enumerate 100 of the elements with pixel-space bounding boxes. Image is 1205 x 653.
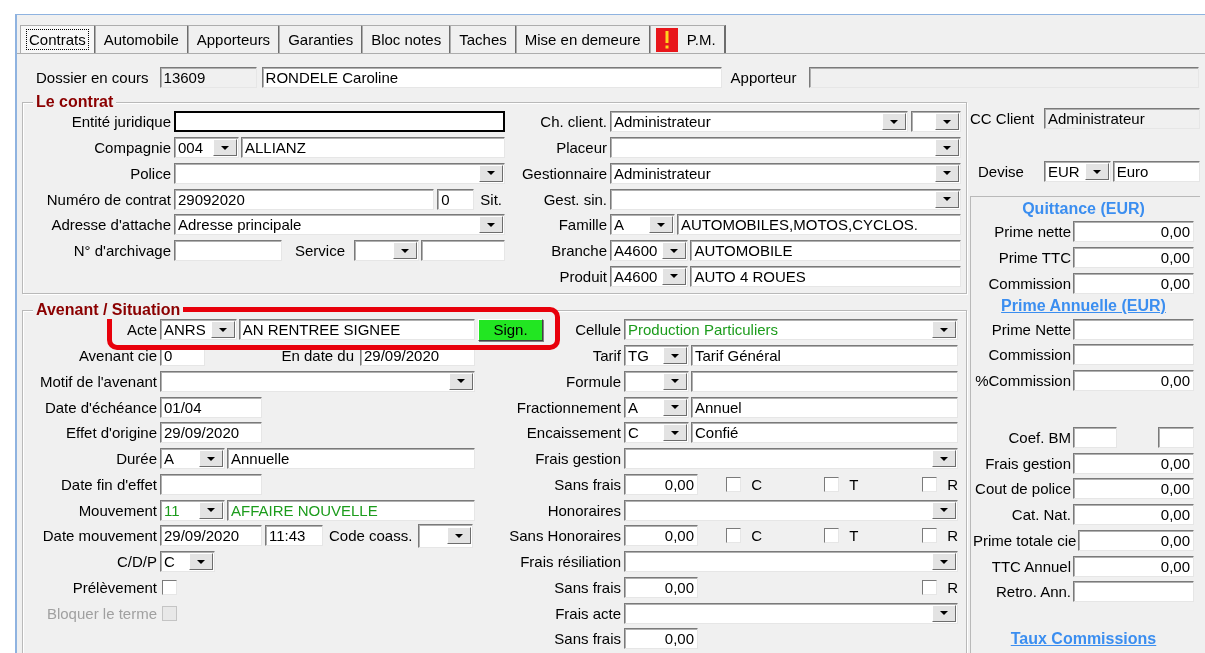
dropdown-button[interactable] — [932, 321, 956, 339]
select-field[interactable]: Adresse principale — [174, 214, 505, 236]
code-field[interactable]: A — [160, 448, 225, 470]
tab[interactable]: P.M. — [649, 25, 726, 53]
amount-field[interactable] — [1073, 581, 1194, 603]
time-field[interactable]: 11:43 — [265, 525, 323, 547]
date-field[interactable] — [160, 473, 262, 495]
code-field[interactable] — [624, 370, 689, 392]
checkbox[interactable] — [726, 476, 742, 492]
code-field[interactable]: A4600 — [610, 240, 689, 262]
code-field[interactable]: A — [610, 214, 675, 236]
amount-field[interactable]: 0,00 — [1073, 247, 1194, 269]
dropdown-button[interactable] — [189, 553, 213, 571]
dropdown-button[interactable] — [393, 242, 418, 260]
code-field[interactable]: A4600 — [610, 265, 689, 287]
code-field[interactable]: C — [160, 551, 215, 573]
select-field[interactable] — [160, 370, 475, 392]
dropdown-button[interactable] — [932, 501, 956, 519]
amount-field[interactable]: 0,00 — [1073, 555, 1194, 577]
code-field[interactable]: 004 — [174, 137, 239, 159]
code-field[interactable] — [354, 240, 420, 262]
amount-field[interactable]: 0,00 — [1073, 370, 1194, 392]
text-field[interactable] — [174, 111, 505, 133]
tab[interactable]: Automobile — [94, 25, 189, 53]
sign-button[interactable]: Sign. — [478, 318, 543, 341]
select-field[interactable] — [624, 448, 958, 470]
dropdown-button[interactable] — [662, 242, 687, 260]
tab[interactable]: Mise en demeure — [515, 25, 651, 53]
dropdown-button[interactable] — [935, 113, 959, 131]
dropdown-button[interactable] — [882, 113, 906, 131]
select-field[interactable]: Administrateur — [610, 111, 908, 133]
code-field[interactable]: TG — [624, 345, 689, 367]
amount-field[interactable]: 0,00 — [624, 525, 698, 547]
select-field[interactable]: Production Particuliers — [624, 319, 958, 341]
text-field[interactable] — [1158, 426, 1194, 448]
date-field[interactable]: 01/04 — [160, 396, 262, 418]
tab[interactable]: Taches — [450, 25, 517, 53]
select-field[interactable] — [624, 499, 958, 521]
text-field[interactable] — [174, 240, 282, 262]
amount-field[interactable]: 0,00 — [1073, 272, 1194, 294]
tab[interactable]: Apporteurs — [187, 25, 281, 53]
tab[interactable]: Contrats — [20, 25, 96, 53]
code-field[interactable]: ANRS — [160, 319, 237, 341]
checkbox[interactable] — [922, 528, 938, 544]
date-field[interactable]: 29/09/2020 — [160, 525, 262, 547]
dropdown-button[interactable] — [662, 267, 687, 285]
dropdown-button[interactable] — [213, 139, 237, 157]
dropdown-button[interactable] — [932, 450, 956, 468]
code-field[interactable]: EUR — [1044, 161, 1111, 182]
dropdown-button[interactable] — [935, 164, 959, 182]
date-field[interactable]: 29/09/2020 — [160, 422, 262, 444]
amount-field[interactable]: 0,00 — [1073, 221, 1194, 243]
dropdown-button[interactable] — [199, 450, 223, 468]
dropdown-button[interactable] — [935, 139, 959, 157]
amount-field[interactable]: 0,00 — [1073, 504, 1194, 526]
checkbox[interactable] — [162, 579, 177, 595]
dropdown-button[interactable] — [1084, 163, 1109, 180]
dropdown-button[interactable] — [479, 216, 503, 234]
client-name-field[interactable]: RONDELE Caroline — [261, 67, 722, 88]
dropdown-button[interactable] — [663, 398, 687, 416]
text-field[interactable] — [1073, 426, 1117, 448]
select-field[interactable] — [174, 162, 505, 184]
select-field[interactable] — [418, 523, 474, 548]
dropdown-button[interactable] — [663, 424, 687, 442]
checkbox[interactable] — [824, 476, 840, 492]
amount-field[interactable]: 0,00 — [624, 628, 698, 650]
amount-field[interactable]: 0,00 — [1078, 529, 1194, 551]
code-field[interactable]: A — [624, 396, 689, 418]
select-field[interactable] — [911, 111, 961, 133]
select-field[interactable] — [610, 137, 961, 159]
dropdown-button[interactable] — [663, 372, 687, 390]
amount-field[interactable]: 0,00 — [1073, 478, 1194, 500]
dropdown-button[interactable] — [447, 527, 472, 545]
dropdown-button[interactable] — [663, 347, 687, 365]
code-field[interactable]: 11 — [160, 499, 225, 521]
select-field[interactable] — [624, 602, 958, 624]
text-field[interactable]: 0 — [437, 188, 475, 210]
checkbox[interactable] — [922, 579, 938, 595]
amount-field[interactable] — [1073, 318, 1194, 340]
dropdown-button[interactable] — [449, 372, 473, 390]
dropdown-button[interactable] — [935, 190, 959, 208]
select-field[interactable]: Administrateur — [610, 162, 961, 184]
amount-field[interactable]: 0,00 — [624, 576, 698, 598]
amount-field[interactable]: 0,00 — [1073, 452, 1194, 474]
dropdown-button[interactable] — [199, 501, 223, 519]
checkbox[interactable] — [922, 476, 938, 492]
text-field[interactable]: 29092020 — [174, 188, 435, 210]
dropdown-button[interactable] — [210, 321, 235, 339]
code-field[interactable]: C — [624, 422, 689, 444]
amount-field[interactable] — [1073, 344, 1194, 366]
tab[interactable]: Bloc notes — [362, 25, 452, 53]
checkbox[interactable] — [824, 528, 840, 544]
checkbox[interactable] — [726, 528, 742, 544]
dropdown-button[interactable] — [649, 216, 673, 234]
dropdown-button[interactable] — [479, 164, 503, 182]
amount-field[interactable]: 0,00 — [624, 473, 698, 495]
select-field[interactable] — [610, 188, 961, 210]
tab[interactable]: Garanties — [279, 25, 364, 53]
dropdown-button[interactable] — [932, 604, 956, 622]
select-field[interactable] — [624, 551, 958, 573]
